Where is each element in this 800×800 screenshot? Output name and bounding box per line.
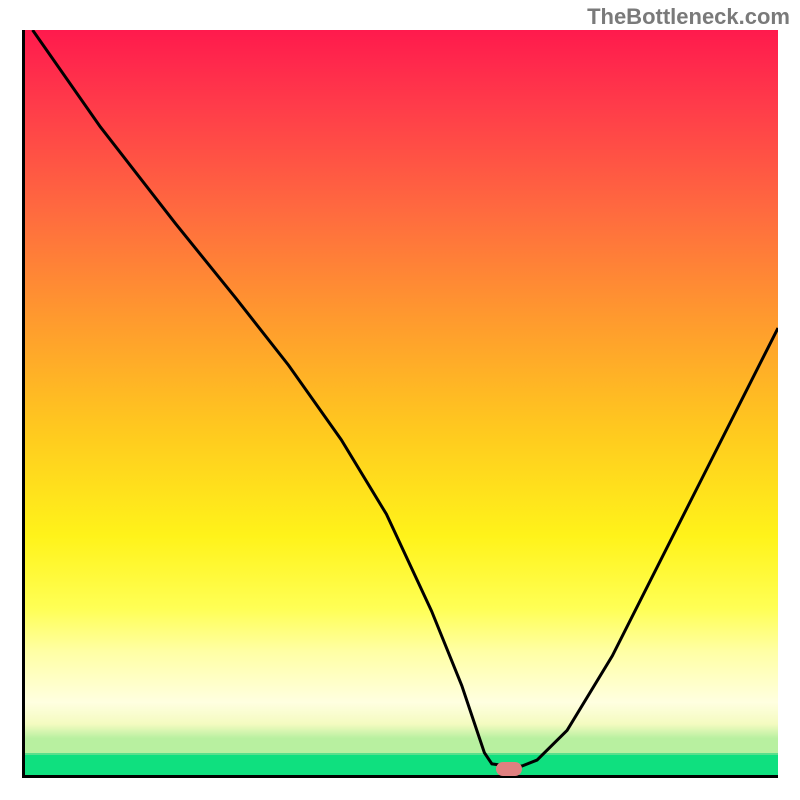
optimal-marker: [496, 762, 522, 776]
line-plot: [25, 30, 778, 775]
watermark-text: TheBottleneck.com: [587, 4, 790, 30]
plot-area: [22, 30, 778, 778]
